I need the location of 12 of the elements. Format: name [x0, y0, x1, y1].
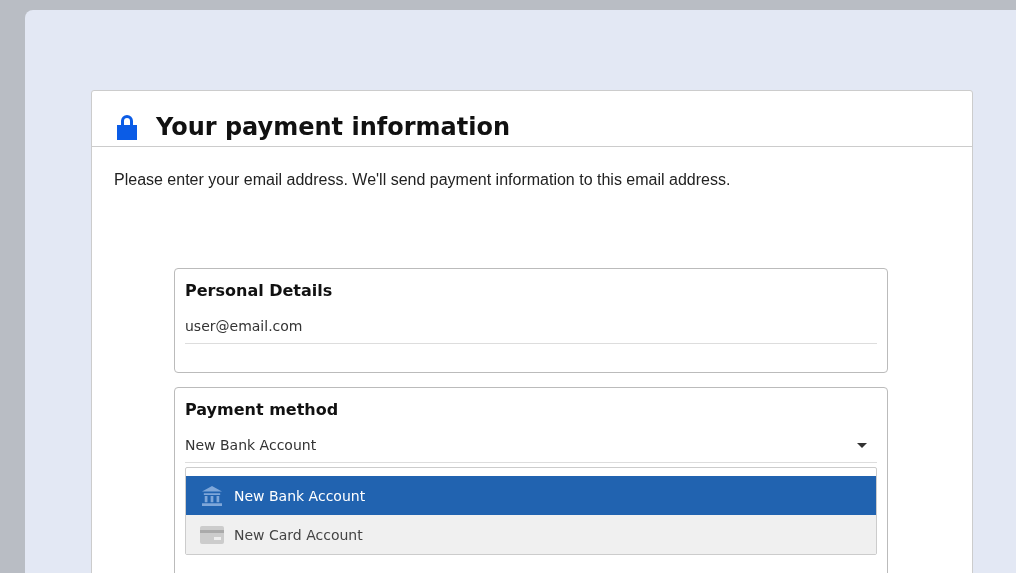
dropdown-option[interactable]: New Bank Account: [186, 476, 876, 515]
caret-icon: [857, 442, 867, 448]
section-heading: Payment method: [185, 400, 340, 419]
section-heading: Personal Details: [185, 281, 334, 300]
bank-icon: [200, 485, 224, 506]
page-title: Your payment information: [156, 112, 510, 141]
email-field[interactable]: user@email.com: [185, 300, 877, 344]
lock-icon: [116, 113, 138, 140]
payment-method-dropdown[interactable]: New Bank Account: [185, 419, 877, 463]
card-icon: [200, 524, 224, 545]
intro-text: Please enter your email address. We'll send payment information to this email address.: [114, 171, 732, 189]
dropdown-option[interactable]: New Card Account: [186, 515, 876, 554]
